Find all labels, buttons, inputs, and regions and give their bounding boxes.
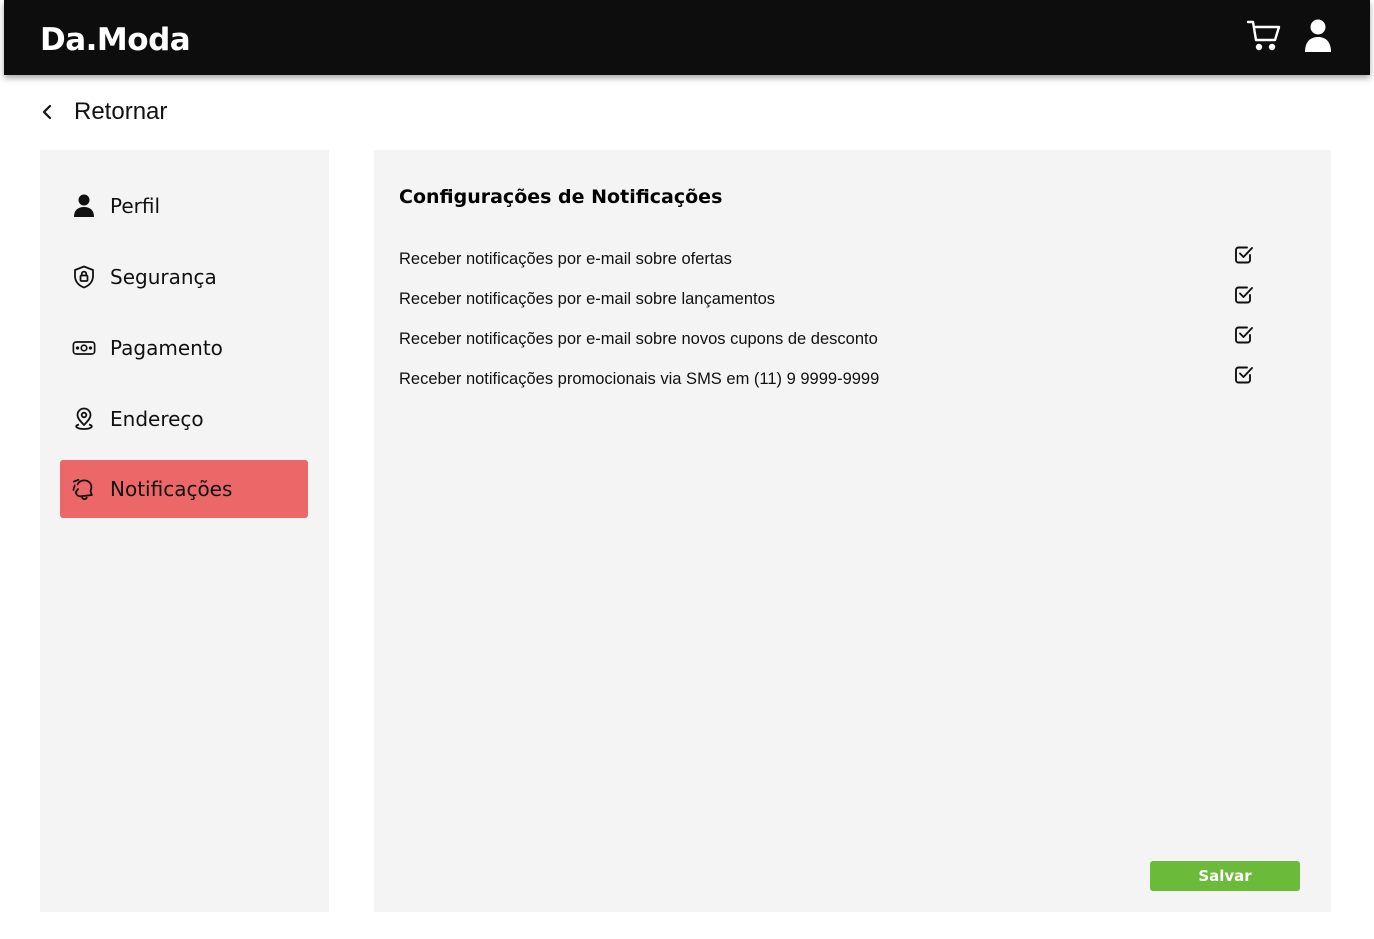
option-label: Receber notificações promocionais via SM… — [399, 370, 880, 388]
back-label: Retornar — [74, 98, 168, 125]
location-pin-icon — [72, 407, 96, 431]
save-button[interactable]: Salvar — [1150, 861, 1300, 891]
sidebar-item-endereco[interactable]: Endereço — [60, 390, 308, 448]
sidebar-item-notificacoes[interactable]: Notificações — [60, 460, 308, 518]
money-icon — [72, 336, 96, 360]
brand-logo[interactable]: Da.Moda — [40, 22, 191, 58]
chevron-left-icon — [42, 104, 52, 120]
sidebar-item-perfil[interactable]: Perfil — [60, 177, 308, 235]
sidebar-item-label: Segurança — [110, 265, 217, 289]
sidebar-item-label: Endereço — [110, 407, 204, 431]
back-link[interactable]: Retornar — [40, 94, 167, 130]
sidebar-item-pagamento[interactable]: Pagamento — [60, 319, 308, 377]
user-icon[interactable] — [1300, 18, 1336, 58]
checkbox-checked-icon[interactable] — [1233, 364, 1255, 390]
top-navigation-bar: Da.Moda — [4, 0, 1370, 75]
option-label: Receber notificações por e-mail sobre la… — [399, 290, 776, 308]
sidebar-item-seguranca[interactable]: Segurança — [60, 248, 308, 306]
notification-option-email-launches: Receber notificações por e-mail sobre la… — [399, 284, 1259, 314]
notification-option-email-coupons: Receber notificações por e-mail sobre no… — [399, 324, 1259, 354]
checkbox-checked-icon[interactable] — [1233, 244, 1255, 270]
option-label: Receber notificações por e-mail sobre of… — [399, 250, 732, 268]
notification-settings-panel: Configurações de Notificações Receber no… — [374, 150, 1331, 912]
cart-icon[interactable] — [1246, 18, 1282, 58]
sidebar-item-label: Perfil — [110, 194, 161, 218]
shield-lock-icon — [72, 265, 96, 289]
notification-option-email-offers: Receber notificações por e-mail sobre of… — [399, 244, 1259, 274]
page-title: Configurações de Notificações — [399, 186, 723, 208]
sidebar-item-label: Notificações — [110, 477, 233, 501]
checkbox-checked-icon[interactable] — [1233, 284, 1255, 310]
checkbox-checked-icon[interactable] — [1233, 324, 1255, 350]
option-label: Receber notificações por e-mail sobre no… — [399, 330, 878, 348]
sidebar-item-label: Pagamento — [110, 336, 223, 360]
settings-sidebar: Perfil Segurança Pagamento Endereço Noti… — [40, 150, 329, 912]
notification-option-sms-promos: Receber notificações promocionais via SM… — [399, 364, 1259, 394]
bell-off-icon — [72, 477, 96, 501]
user-icon — [72, 194, 96, 218]
